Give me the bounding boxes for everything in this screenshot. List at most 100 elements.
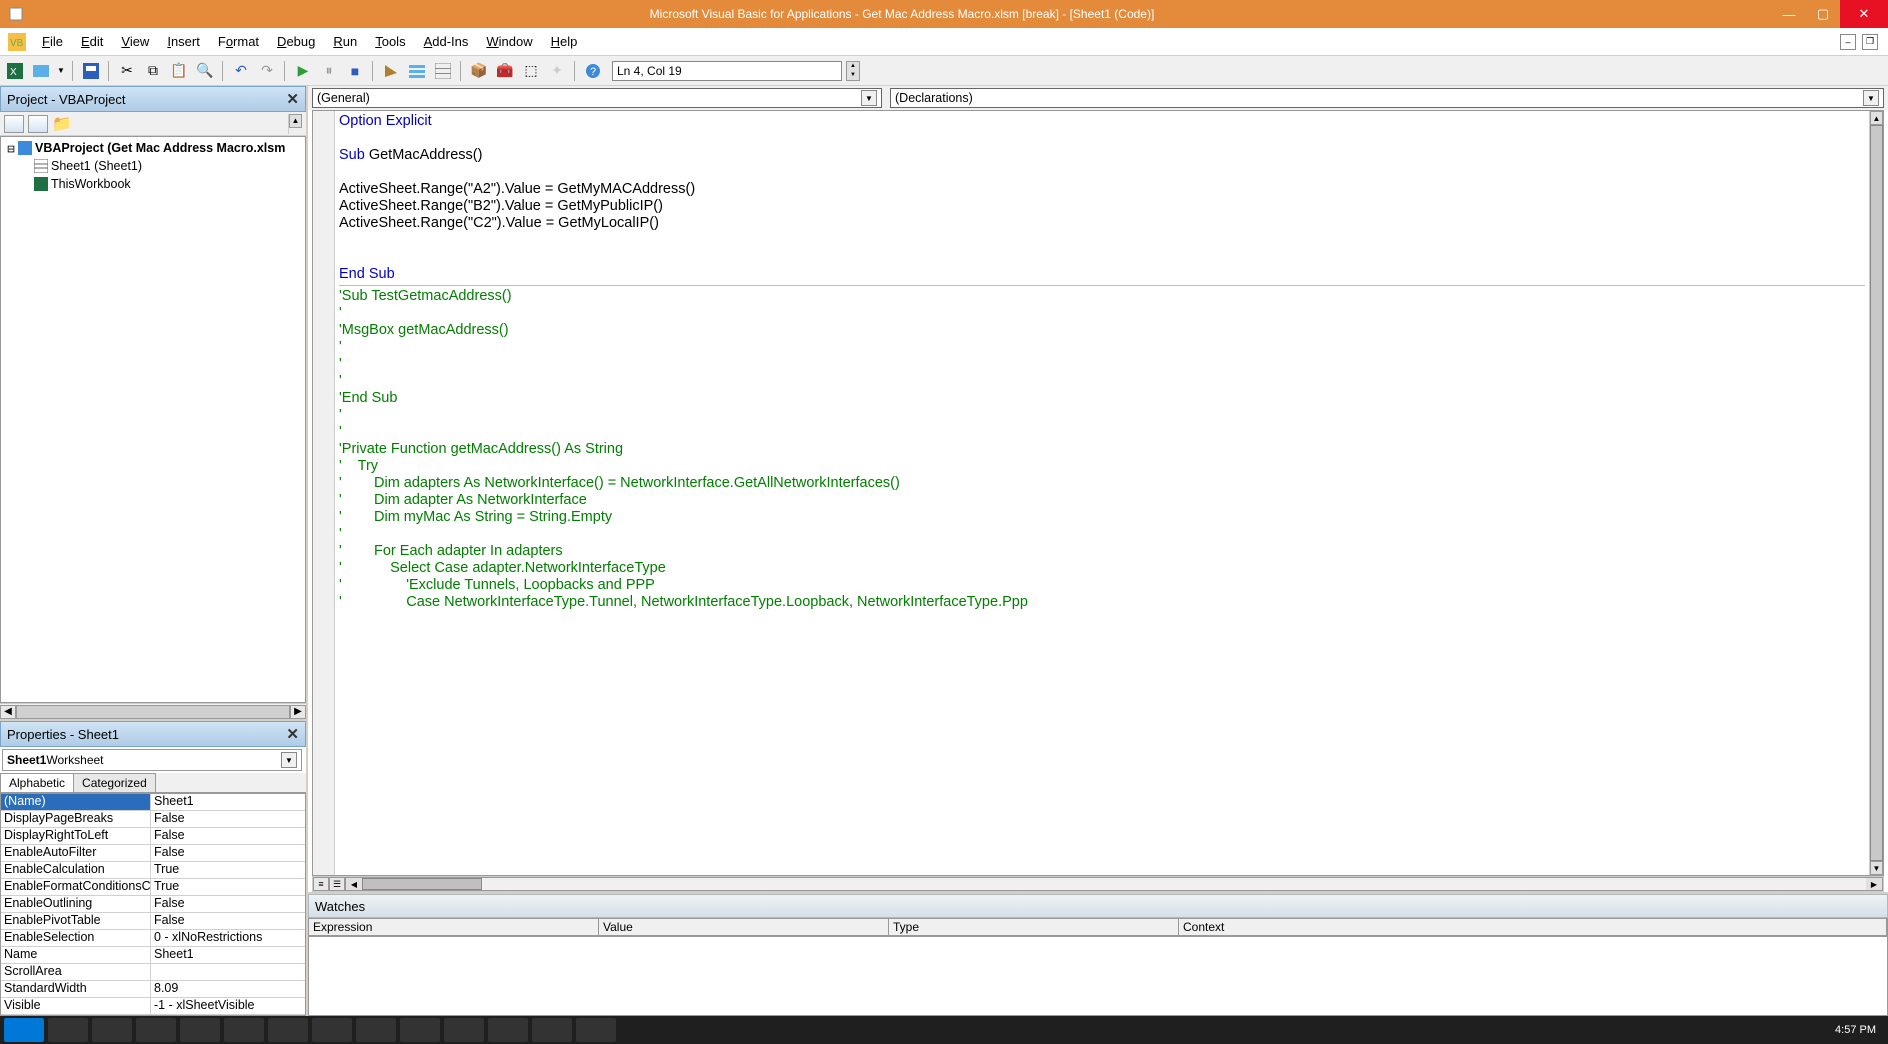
property-value[interactable]: -1 - xlSheetVisible [151,998,305,1014]
code-text[interactable]: Option Explicit Sub GetMacAddress() Acti… [335,111,1869,875]
chevron-down-icon[interactable]: ▼ [861,90,877,106]
watches-col-type[interactable]: Type [889,919,1179,935]
property-row[interactable]: StandardWidth8.09 [1,981,305,998]
property-row[interactable]: DisplayRightToLeftFalse [1,828,305,845]
property-row[interactable]: EnableSelection0 - xlNoRestrictions [1,930,305,947]
taskbar-item[interactable] [136,1018,176,1042]
redo-icon[interactable]: ↷ [256,60,278,82]
tab-alphabetic[interactable]: Alphabetic [0,773,74,792]
paste-icon[interactable]: 📋 [168,60,190,82]
property-value[interactable]: True [151,879,305,895]
code-vscroll[interactable]: ▲▼ [1869,111,1883,875]
menu-format[interactable]: Format [210,32,267,51]
property-row[interactable]: EnablePivotTableFalse [1,913,305,930]
watches-col-context[interactable]: Context [1179,919,1887,935]
pause-icon[interactable]: ⏸ [318,60,340,82]
object-browser-icon[interactable]: 📦 [468,60,490,82]
project-hscroll[interactable]: ◀ ▶ [0,703,306,719]
taskbar-item[interactable] [444,1018,484,1042]
tree-project-root[interactable]: ⊟ VBAProject (Get Mac Address Macro.xlsm [5,139,303,157]
chevron-down-icon[interactable]: ▼ [281,752,297,768]
child-minimize-button[interactable]: – [1840,34,1856,50]
procedure-view-icon[interactable]: ≡ [313,877,329,891]
taskbar-item[interactable] [224,1018,264,1042]
tab-order-icon[interactable]: ⬚ [520,60,542,82]
property-value[interactable]: Sheet1 [151,947,305,963]
code-hscroll[interactable]: ≡ ☰ ◀▶ [312,876,1884,892]
property-row[interactable]: Visible-1 - xlSheetVisible [1,998,305,1015]
watches-col-expression[interactable]: Expression [309,919,599,935]
copy-icon[interactable]: ⧉ [142,60,164,82]
scroll-right-icon[interactable]: ▶ [290,705,306,719]
menu-insert[interactable]: Insert [159,32,208,51]
insert-module-icon[interactable] [30,60,52,82]
property-value[interactable]: 8.09 [151,981,305,997]
view-object-icon[interactable] [28,115,48,133]
property-row[interactable]: NameSheet1 [1,947,305,964]
project-explorer-icon[interactable] [406,60,428,82]
properties-object-selector[interactable]: Sheet1 Worksheet ▼ [2,749,302,771]
chevron-down-icon[interactable]: ▼ [1863,90,1879,106]
menu-run[interactable]: Run [325,32,365,51]
design-mode-icon[interactable] [380,60,402,82]
menu-addins[interactable]: Add-Ins [416,32,477,51]
menu-view[interactable]: View [113,32,157,51]
bookmark-icon[interactable]: ✦ [546,60,568,82]
menu-tools[interactable]: Tools [367,32,413,51]
property-value[interactable]: 0 - xlNoRestrictions [151,930,305,946]
code-procedure-dropdown[interactable]: (Declarations) ▼ [890,88,1884,108]
project-panel-close-icon[interactable]: ✕ [286,90,299,108]
help-icon[interactable]: ? [582,60,604,82]
property-row[interactable]: EnableAutoFilterFalse [1,845,305,862]
cursor-pos-spinner[interactable]: ▲▼ [846,61,860,81]
taskbar-item[interactable] [48,1018,88,1042]
minimize-button[interactable]: — [1772,0,1806,28]
menu-edit[interactable]: Edit [73,32,111,51]
taskbar-start[interactable] [4,1018,44,1042]
menu-debug[interactable]: Debug [269,32,323,51]
property-value[interactable]: Sheet1 [151,794,305,810]
stop-icon[interactable]: ■ [344,60,366,82]
taskbar-item[interactable] [180,1018,220,1042]
view-code-icon[interactable] [4,115,24,133]
menu-window[interactable]: Window [478,32,540,51]
property-row[interactable]: EnableOutliningFalse [1,896,305,913]
property-row[interactable]: ScrollArea [1,964,305,981]
property-value[interactable]: True [151,862,305,878]
property-row[interactable]: EnableCalculationTrue [1,862,305,879]
taskbar-item[interactable] [532,1018,572,1042]
taskbar-item[interactable] [268,1018,308,1042]
project-vscroll[interactable]: ▲ [288,114,302,134]
full-module-view-icon[interactable]: ☰ [329,877,345,891]
menu-help[interactable]: Help [543,32,586,51]
child-restore-button[interactable]: ❐ [1862,34,1878,50]
find-icon[interactable]: 🔍 [194,60,216,82]
taskbar-item[interactable] [488,1018,528,1042]
property-value[interactable]: False [151,845,305,861]
property-row[interactable]: DisplayPageBreaksFalse [1,811,305,828]
maximize-button[interactable]: ▢ [1806,0,1840,28]
property-value[interactable]: False [151,896,305,912]
taskbar-item[interactable] [312,1018,352,1042]
property-row[interactable]: (Name)Sheet1 [1,794,305,811]
tree-item-sheet1[interactable]: Sheet1 (Sheet1) [33,157,303,175]
properties-panel-close-icon[interactable]: ✕ [286,725,299,743]
toolbox-icon[interactable]: 🧰 [494,60,516,82]
taskbar-item[interactable] [92,1018,132,1042]
undo-icon[interactable]: ↶ [230,60,252,82]
view-excel-icon[interactable]: X [4,60,26,82]
cut-icon[interactable]: ✂ [116,60,138,82]
run-icon[interactable]: ▶ [292,60,314,82]
tab-categorized[interactable]: Categorized [73,773,156,792]
properties-icon[interactable] [432,60,454,82]
project-tree[interactable]: ⊟ VBAProject (Get Mac Address Macro.xlsm… [0,136,306,703]
code-editor[interactable]: Option Explicit Sub GetMacAddress() Acti… [312,110,1884,876]
tree-item-thisworkbook[interactable]: ThisWorkbook [33,175,303,193]
property-value[interactable]: False [151,828,305,844]
taskbar-item[interactable] [356,1018,396,1042]
code-object-dropdown[interactable]: (General) ▼ [312,88,882,108]
watches-col-value[interactable]: Value [599,919,889,935]
property-row[interactable]: EnableFormatConditionsCaTrue [1,879,305,896]
property-value[interactable] [151,964,305,980]
menu-file[interactable]: File [34,32,71,51]
